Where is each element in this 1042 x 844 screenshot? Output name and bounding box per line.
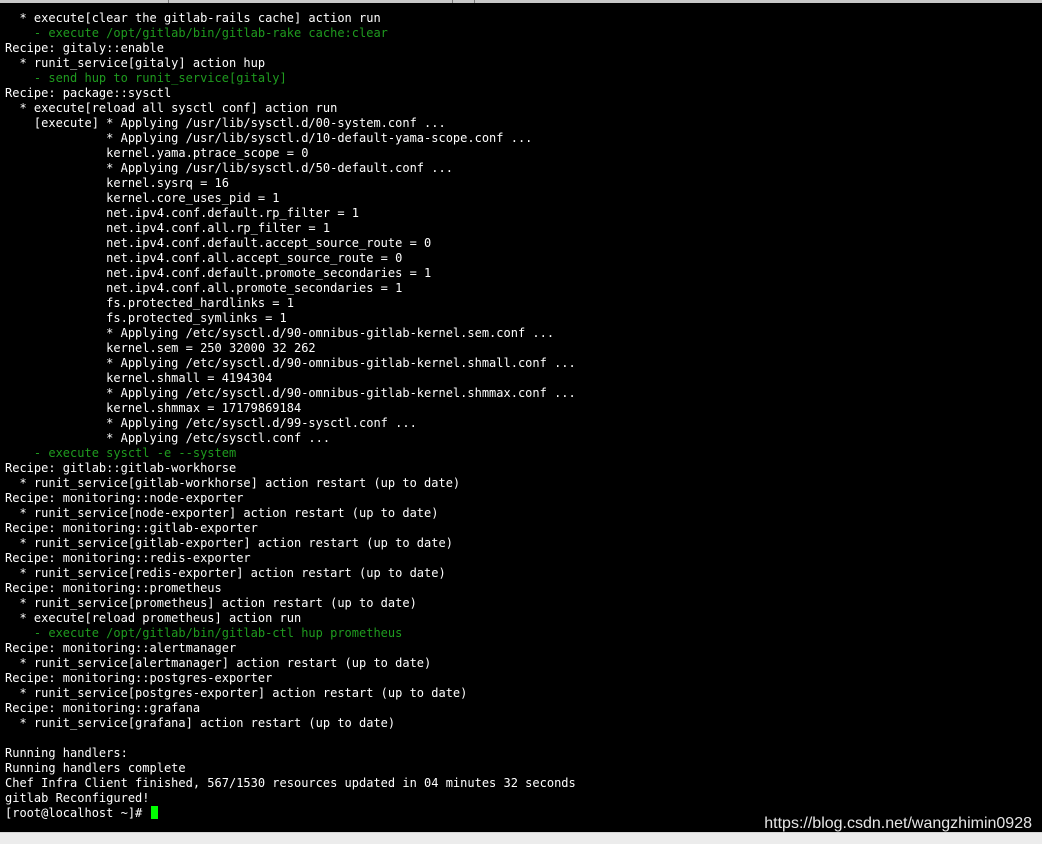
terminal-line: * runit_service[postgres-exporter] actio…	[5, 686, 468, 700]
terminal-line: * Applying /etc/sysctl.d/90-omnibus-gitl…	[5, 326, 555, 340]
terminal-line: net.ipv4.conf.all.accept_source_route = …	[5, 251, 403, 265]
shell-prompt: [root@localhost ~]#	[5, 806, 150, 820]
terminal-line: Running handlers:	[5, 746, 128, 760]
terminal-line: net.ipv4.conf.default.promote_secondarie…	[5, 266, 432, 280]
terminal-line: [execute] * Applying /usr/lib/sysctl.d/0…	[5, 116, 446, 130]
terminal-line: * Applying /etc/sysctl.d/90-omnibus-gitl…	[5, 356, 576, 370]
terminal-line: Recipe: monitoring::prometheus	[5, 581, 222, 595]
terminal-line: * execute[clear the gitlab-rails cache] …	[5, 11, 381, 25]
terminal-line: * runit_service[gitlab-workhorse] action…	[5, 476, 461, 490]
terminal-line: * Applying /etc/sysctl.d/90-omnibus-gitl…	[5, 386, 576, 400]
terminal-window[interactable]: * execute[clear the gitlab-rails cache] …	[0, 3, 1042, 832]
terminal-line: Recipe: monitoring::node-exporter	[5, 491, 244, 505]
terminal-line: Recipe: monitoring::redis-exporter	[5, 551, 251, 565]
terminal-line: kernel.yama.ptrace_scope = 0	[5, 146, 309, 160]
terminal-line: * runit_service[gitaly] action hup	[5, 56, 266, 70]
terminal-line: fs.protected_hardlinks = 1	[5, 296, 294, 310]
terminal-line: * execute[reload prometheus] action run	[5, 611, 302, 625]
terminal-line: kernel.shmmax = 17179869184	[5, 401, 302, 415]
terminal-line: * runit_service[alertmanager] action res…	[5, 656, 432, 670]
terminal-line: fs.protected_symlinks = 1	[5, 311, 287, 325]
terminal-line: Recipe: monitoring::alertmanager	[5, 641, 237, 655]
terminal-line: * execute[reload all sysctl conf] action…	[5, 101, 338, 115]
text-cursor	[150, 806, 158, 819]
watermark-text: https://blog.csdn.net/wangzhimin0928	[764, 815, 1032, 832]
terminal-line: * runit_service[redis-exporter] action r…	[5, 566, 446, 580]
terminal-line: net.ipv4.conf.all.promote_secondaries = …	[5, 281, 403, 295]
terminal-line: Recipe: monitoring::grafana	[5, 701, 201, 715]
horizontal-scrollbar[interactable]	[0, 832, 1042, 844]
terminal-line: * runit_service[prometheus] action resta…	[5, 596, 417, 610]
terminal-line: * runit_service[node-exporter] action re…	[5, 506, 439, 520]
terminal-line: kernel.sem = 250 32000 32 262	[5, 341, 316, 355]
terminal-line: Recipe: monitoring::gitlab-exporter	[5, 521, 258, 535]
terminal-line: * Applying /etc/sysctl.d/99-sysctl.conf …	[5, 416, 417, 430]
terminal-line: - execute /opt/gitlab/bin/gitlab-ctl hup…	[5, 626, 403, 640]
terminal-line: kernel.core_uses_pid = 1	[5, 191, 280, 205]
terminal-line: - send hup to runit_service[gitaly]	[5, 71, 287, 85]
terminal-line: Recipe: monitoring::postgres-exporter	[5, 671, 273, 685]
terminal-line: * runit_service[grafana] action restart …	[5, 716, 396, 730]
terminal-line: * Applying /usr/lib/sysctl.d/10-default-…	[5, 131, 533, 145]
terminal-line: gitlab Reconfigured!	[5, 791, 150, 805]
terminal-line: - execute /opt/gitlab/bin/gitlab-rake ca…	[5, 26, 388, 40]
terminal-line: Recipe: package::sysctl	[5, 86, 172, 100]
terminal-line: kernel.shmall = 4194304	[5, 371, 273, 385]
terminal-line: net.ipv4.conf.default.rp_filter = 1	[5, 206, 360, 220]
terminal-line: * Applying /etc/sysctl.conf ...	[5, 431, 331, 445]
terminal-output: * execute[clear the gitlab-rails cache] …	[5, 11, 576, 821]
terminal-line: - execute sysctl -e --system	[5, 446, 237, 460]
terminal-line: * Applying /usr/lib/sysctl.d/50-default.…	[5, 161, 453, 175]
terminal-line: * runit_service[gitlab-exporter] action …	[5, 536, 453, 550]
terminal-line: Running handlers complete	[5, 761, 186, 775]
prompt-line[interactable]: [root@localhost ~]#	[5, 806, 576, 821]
terminal-line: Chef Infra Client finished, 567/1530 res…	[5, 776, 576, 790]
terminal-line: net.ipv4.conf.all.rp_filter = 1	[5, 221, 331, 235]
terminal-line: Recipe: gitlab::gitlab-workhorse	[5, 461, 237, 475]
terminal-line: kernel.sysrq = 16	[5, 176, 229, 190]
terminal-line: Recipe: gitaly::enable	[5, 41, 164, 55]
terminal-line: net.ipv4.conf.default.accept_source_rout…	[5, 236, 432, 250]
